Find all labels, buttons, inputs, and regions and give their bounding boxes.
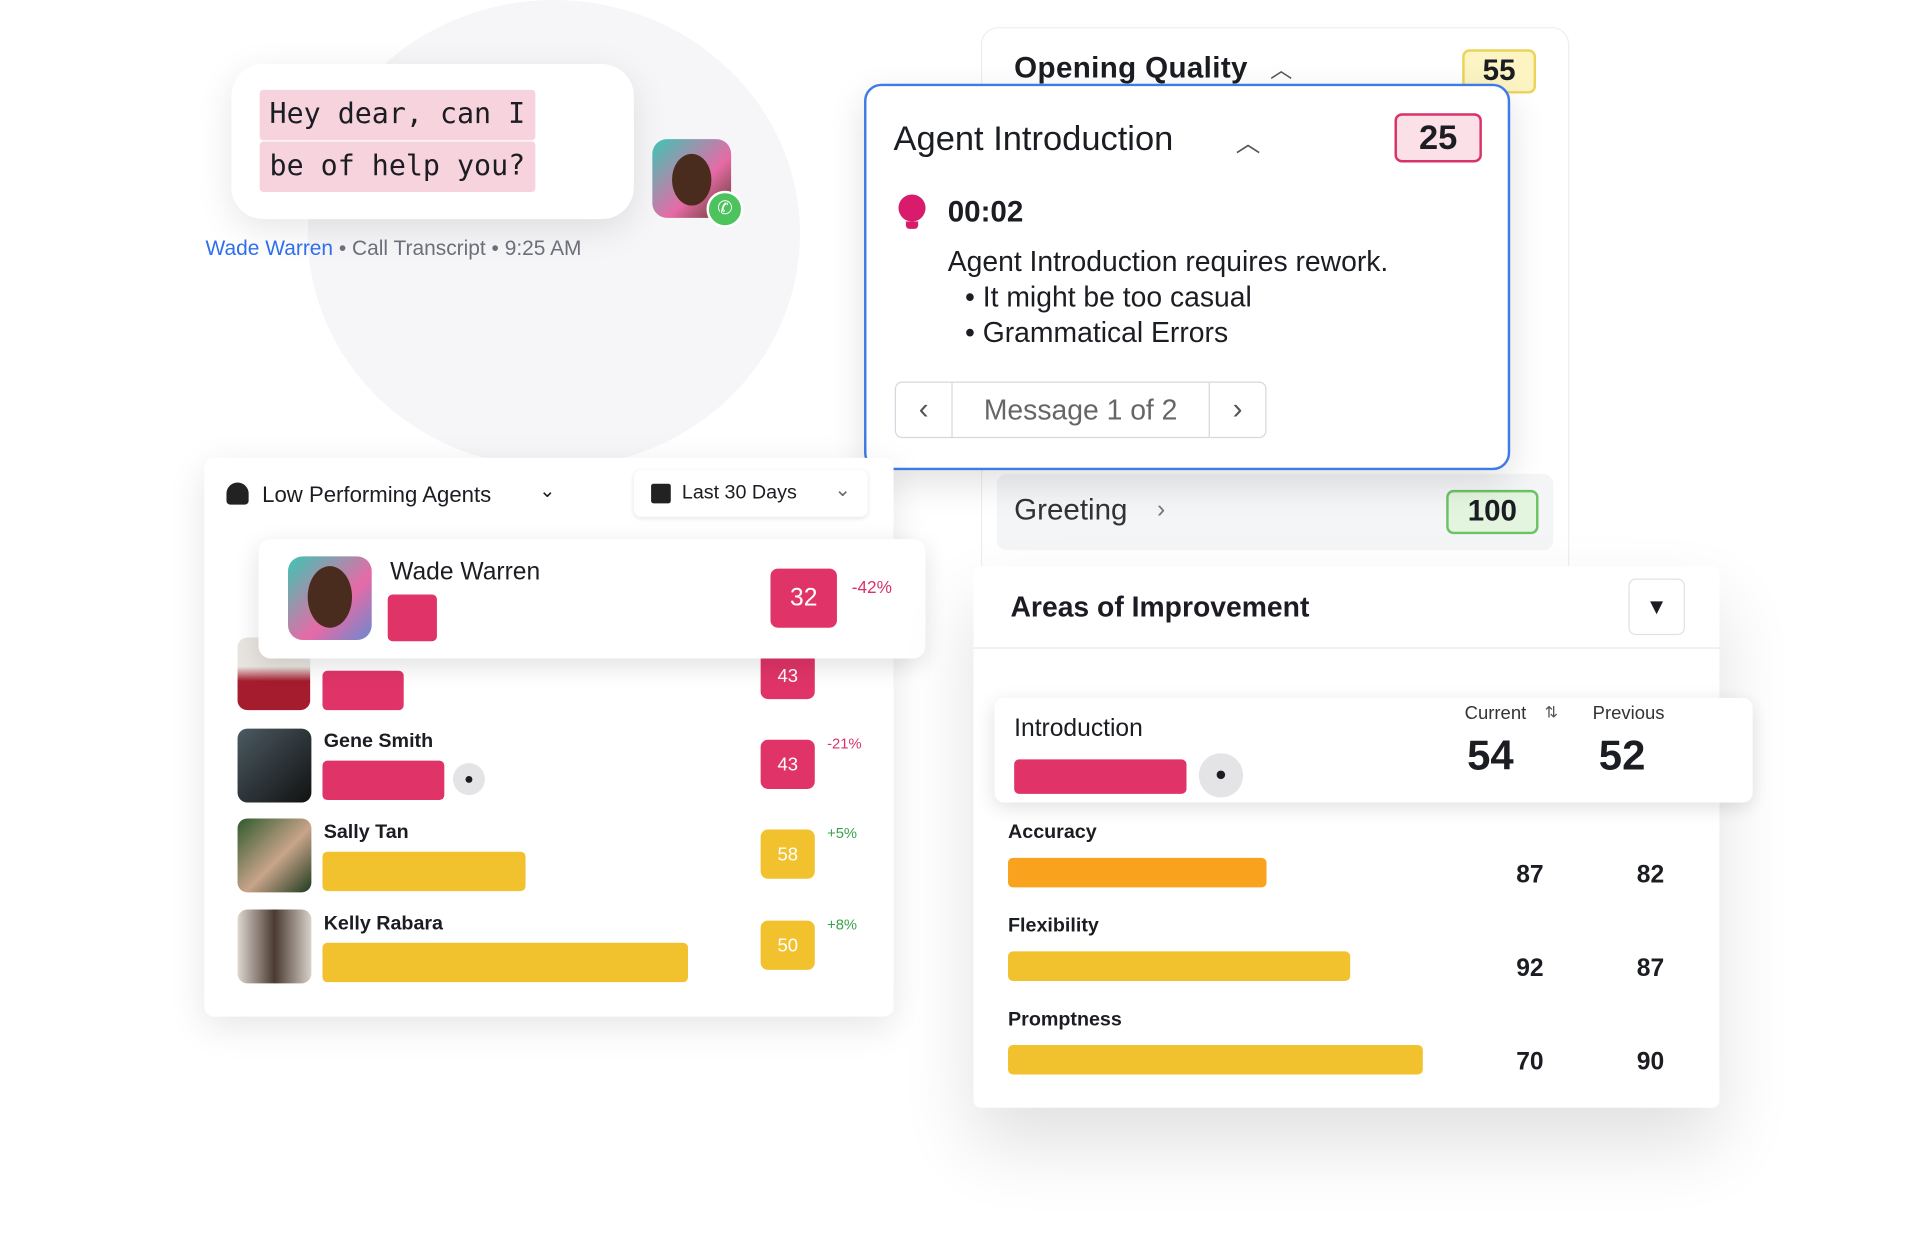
agent-change: -21% — [827, 734, 862, 753]
agent-introduction-card: Agent Introduction ︿ 25 00:02 Agent Intr… — [864, 83, 1511, 471]
sort-icon[interactable]: ⇅ — [1545, 703, 1558, 723]
agent-change: +8% — [827, 915, 858, 933]
chevron-right-icon: › — [1156, 496, 1166, 524]
lightbulb-icon[interactable]: ● — [452, 763, 485, 796]
filter-icon[interactable]: ▼ — [1628, 578, 1685, 636]
lightbulb-icon[interactable]: ● — [1198, 753, 1244, 798]
feedback: Agent Introduction requires rework. • It… — [948, 244, 1389, 351]
agent-headset-icon — [226, 482, 249, 505]
area-previous: 52 — [1598, 732, 1646, 780]
agent-avatar — [237, 818, 312, 893]
feedback-bullet: • It might be too casual — [964, 280, 1252, 313]
chevron-up-icon[interactable]: ︿ — [1236, 123, 1261, 159]
area-current: 92 — [1516, 955, 1544, 983]
agent-score-badge: 50 — [760, 920, 815, 970]
agent-score-bar — [387, 594, 437, 642]
area-current: 70 — [1516, 1048, 1544, 1076]
agent-score-badge: 43 — [760, 652, 815, 700]
area-previous: 82 — [1636, 861, 1665, 889]
date-range-value: Last 30 Days — [681, 482, 797, 504]
agent-change: +5% — [827, 824, 858, 842]
agent-score-badge: 32 — [770, 568, 837, 628]
area-previous: 87 — [1636, 955, 1665, 983]
agent-change: -42% — [851, 577, 892, 597]
pager-label: Message 1 of 2 — [983, 393, 1178, 426]
agent-row-highlighted[interactable]: Wade Warren 32 -42% — [258, 539, 926, 659]
agent-score-badge: 43 — [760, 739, 815, 789]
opening-quality-title: Opening Quality — [1014, 51, 1248, 85]
area-name: Flexibility — [1008, 915, 1099, 937]
agent-score-badge: 58 — [760, 829, 815, 879]
area-name: Introduction — [1014, 715, 1143, 743]
greeting-title: Greeting — [1014, 493, 1128, 527]
chevron-down-icon: ⌄ — [834, 480, 851, 501]
feedback-text: Agent Introduction requires rework. — [947, 244, 1389, 277]
agent-introduction-title: Agent Introduction — [893, 119, 1174, 158]
previous-column-header: Previous — [1592, 702, 1665, 724]
area-bar — [1008, 951, 1351, 981]
agent-introduction-score: 25 — [1394, 113, 1482, 163]
area-name: Accuracy — [1008, 822, 1097, 844]
agent-name[interactable]: Sally Tan — [324, 822, 409, 844]
chevron-down-icon[interactable]: ⌄ — [539, 479, 556, 504]
chevron-left-icon[interactable]: ‹ — [896, 382, 953, 437]
agent-name[interactable]: Wade Warren — [390, 559, 540, 587]
chat-bubble: Hey dear, can I be of help you? — [231, 64, 634, 220]
area-bar — [1008, 857, 1267, 888]
agent-name[interactable]: Kelly Rabara — [324, 913, 443, 935]
agent-avatar — [237, 728, 312, 803]
areas-of-improvement-card: Areas of Improvement ▼ Accuracy 87 82 Fl… — [973, 566, 1720, 1108]
area-current: 54 — [1467, 732, 1514, 780]
agent-name-link[interactable]: Wade Warren — [206, 236, 334, 259]
timestamp: 00:02 — [947, 195, 1024, 229]
agent-name[interactable]: Gene Smith — [324, 731, 433, 753]
agent-score-bar — [322, 851, 526, 892]
area-name: Promptness — [1008, 1009, 1122, 1031]
agent-score-bar — [322, 670, 404, 711]
calendar-icon — [651, 483, 671, 504]
phone-icon: ✆ — [706, 190, 744, 228]
agent-score-bar — [322, 942, 689, 983]
chevron-up-icon[interactable]: ︿ — [1270, 53, 1292, 85]
agent-avatar — [288, 556, 372, 641]
date-range-dropdown[interactable]: Last 30 Days ⌄ — [634, 470, 868, 517]
greeting-score: 100 — [1446, 489, 1539, 535]
greeting-row[interactable]: Greeting › 100 — [996, 473, 1554, 551]
divider — [973, 647, 1720, 649]
lightbulb-icon — [898, 194, 926, 229]
chat-message-line: be of help you? — [259, 141, 536, 193]
area-previous: 90 — [1636, 1048, 1665, 1076]
area-bar — [1014, 759, 1187, 794]
area-current: 87 — [1516, 861, 1544, 889]
agent-score-bar — [322, 760, 445, 801]
chat-message-line: Hey dear, can I — [259, 89, 536, 141]
chevron-right-icon[interactable]: › — [1208, 382, 1266, 437]
chat-caption: Wade Warren • Call Transcript • 9:25 AM — [206, 236, 582, 261]
current-column-header[interactable]: Current — [1465, 703, 1527, 724]
panel-title[interactable]: Low Performing Agents — [262, 482, 491, 508]
areas-title: Areas of Improvement — [1010, 590, 1310, 623]
chat-meta: • Call Transcript • 9:25 AM — [338, 236, 582, 260]
agent-avatar — [237, 909, 312, 984]
message-pager: ‹ Message 1 of 2 › — [894, 381, 1267, 439]
area-bar — [1008, 1044, 1423, 1075]
area-row-highlighted[interactable]: Introduction ● Current ⇅ Previous 54 52 — [994, 697, 1753, 803]
feedback-bullet: • Grammatical Errors — [964, 316, 1229, 349]
